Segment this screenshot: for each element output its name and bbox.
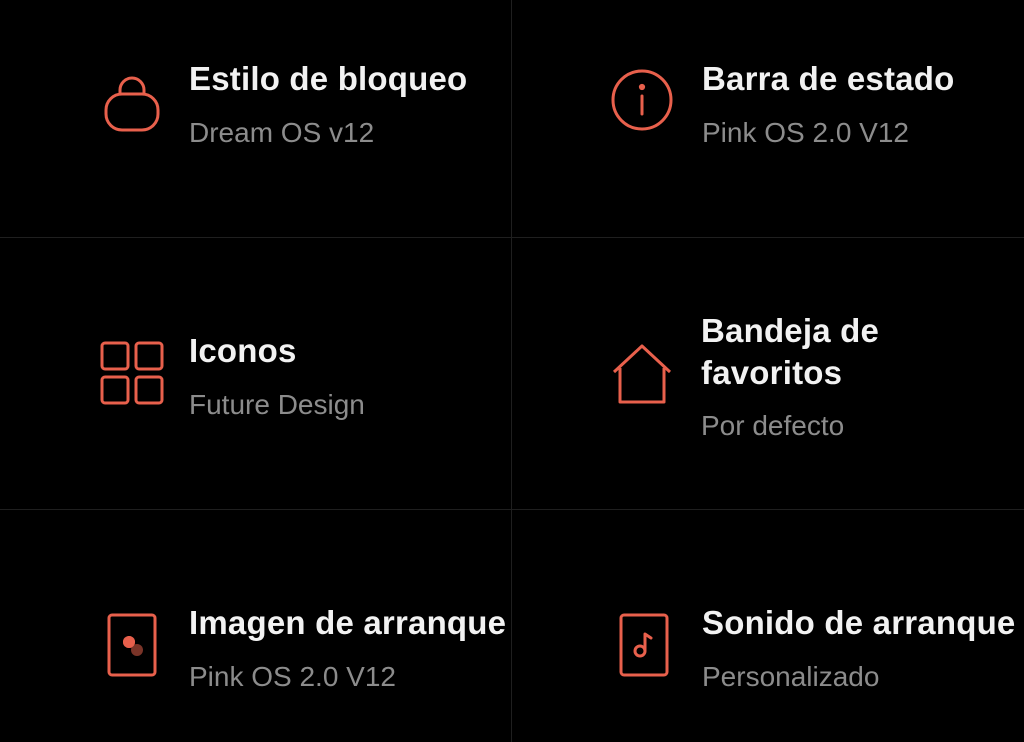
- music-file-icon: [612, 613, 676, 677]
- tile-title: Iconos: [189, 332, 297, 369]
- tile-title-line-1: Bandeja de: [701, 312, 880, 349]
- tile-subtitle: Pink OS 2.0 V12: [189, 661, 397, 692]
- tile-title: Barra de estado: [702, 60, 955, 97]
- tile-status-bar[interactable]: Barra de estado Pink OS 2.0 V12: [512, 0, 1024, 237]
- home-icon: [610, 342, 674, 406]
- tile-favorites-tray[interactable]: Bandeja de favoritos Por defecto: [512, 238, 1024, 509]
- tile-subtitle: Personalizado: [702, 661, 880, 692]
- tile-boot-image[interactable]: Imagen de arranque Pink OS 2.0 V12: [0, 510, 511, 742]
- tile-title-line-2: favoritos: [701, 354, 843, 391]
- tile-subtitle: Future Design: [189, 389, 365, 420]
- info-icon: [610, 68, 674, 132]
- tile-lock-style[interactable]: Estilo de bloqueo Dream OS v12: [0, 0, 511, 237]
- boot-image-icon: [100, 613, 164, 677]
- tile-subtitle: Pink OS 2.0 V12: [702, 117, 910, 148]
- grid-icon: [100, 341, 164, 405]
- tile-title: Estilo de bloqueo: [189, 60, 468, 97]
- tile-title: Sonido de arranque: [702, 604, 1016, 641]
- tile-subtitle: Por defecto: [701, 410, 845, 441]
- lock-icon: [100, 68, 164, 132]
- tile-title: Imagen de arranque: [189, 604, 507, 641]
- tile-icons[interactable]: Iconos Future Design: [0, 238, 511, 509]
- tile-subtitle: Dream OS v12: [189, 117, 375, 148]
- tile-boot-sound[interactable]: Sonido de arranque Personalizado: [512, 510, 1024, 742]
- theme-settings-grid: Estilo de bloqueo Dream OS v12 Barra de …: [0, 0, 1024, 742]
